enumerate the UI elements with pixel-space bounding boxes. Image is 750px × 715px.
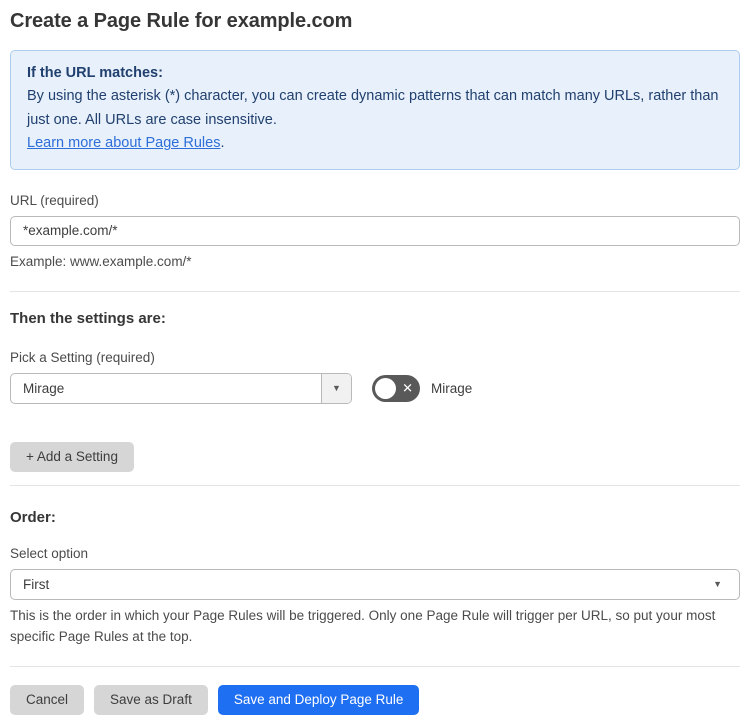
divider xyxy=(10,484,740,486)
url-helper-text: Example: www.example.com/* xyxy=(10,253,192,269)
order-select[interactable]: First ▼ xyxy=(10,568,740,600)
order-select-value: First xyxy=(23,576,50,592)
divider xyxy=(10,290,740,292)
mirage-toggle[interactable]: ✕ xyxy=(372,374,420,402)
divider xyxy=(10,665,740,667)
setting-row: Mirage ▼ ✕ Mirage xyxy=(10,372,740,404)
info-box-link-line: Learn more about Page Rules. xyxy=(27,132,723,155)
url-match-info-box: If the URL matches: By using the asteris… xyxy=(10,50,740,170)
url-input[interactable] xyxy=(10,215,740,246)
info-box-heading: If the URL matches: xyxy=(27,65,163,81)
order-select-label: Select option xyxy=(10,545,89,561)
learn-more-link[interactable]: Learn more about Page Rules xyxy=(27,135,220,151)
setting-select-arrow-button[interactable]: ▼ xyxy=(321,373,351,403)
order-helper-text: This is the order in which your Page Rul… xyxy=(10,607,716,644)
page-title: Create a Page Rule for example.com xyxy=(10,10,353,32)
setting-select-value: Mirage xyxy=(23,380,65,396)
form-actions: Cancel Save as Draft Save and Deploy Pag… xyxy=(10,684,740,715)
settings-section-heading: Then the settings are: xyxy=(10,309,166,327)
info-box-body: By using the asterisk (*) character, you… xyxy=(27,88,719,128)
link-suffix: . xyxy=(220,135,225,152)
toggle-off-x-icon: ✕ xyxy=(402,380,413,396)
setting-picker-label: Pick a Setting (required) xyxy=(10,349,155,365)
toggle-label: Mirage xyxy=(431,380,473,396)
order-section-heading: Order: xyxy=(10,508,56,526)
setting-select[interactable]: Mirage ▼ xyxy=(10,372,352,404)
save-as-draft-button[interactable]: Save as Draft xyxy=(94,684,208,715)
chevron-down-icon: ▼ xyxy=(332,383,341,394)
add-setting-button[interactable]: + Add a Setting xyxy=(10,441,134,472)
cancel-button[interactable]: Cancel xyxy=(10,684,85,715)
chevron-down-icon: ▼ xyxy=(713,579,722,590)
toggle-knob xyxy=(375,377,396,399)
page-rule-form: Create a Page Rule for example.com If th… xyxy=(0,0,750,715)
url-field-label: URL (required) xyxy=(10,192,99,208)
save-and-deploy-button[interactable]: Save and Deploy Page Rule xyxy=(217,684,420,715)
